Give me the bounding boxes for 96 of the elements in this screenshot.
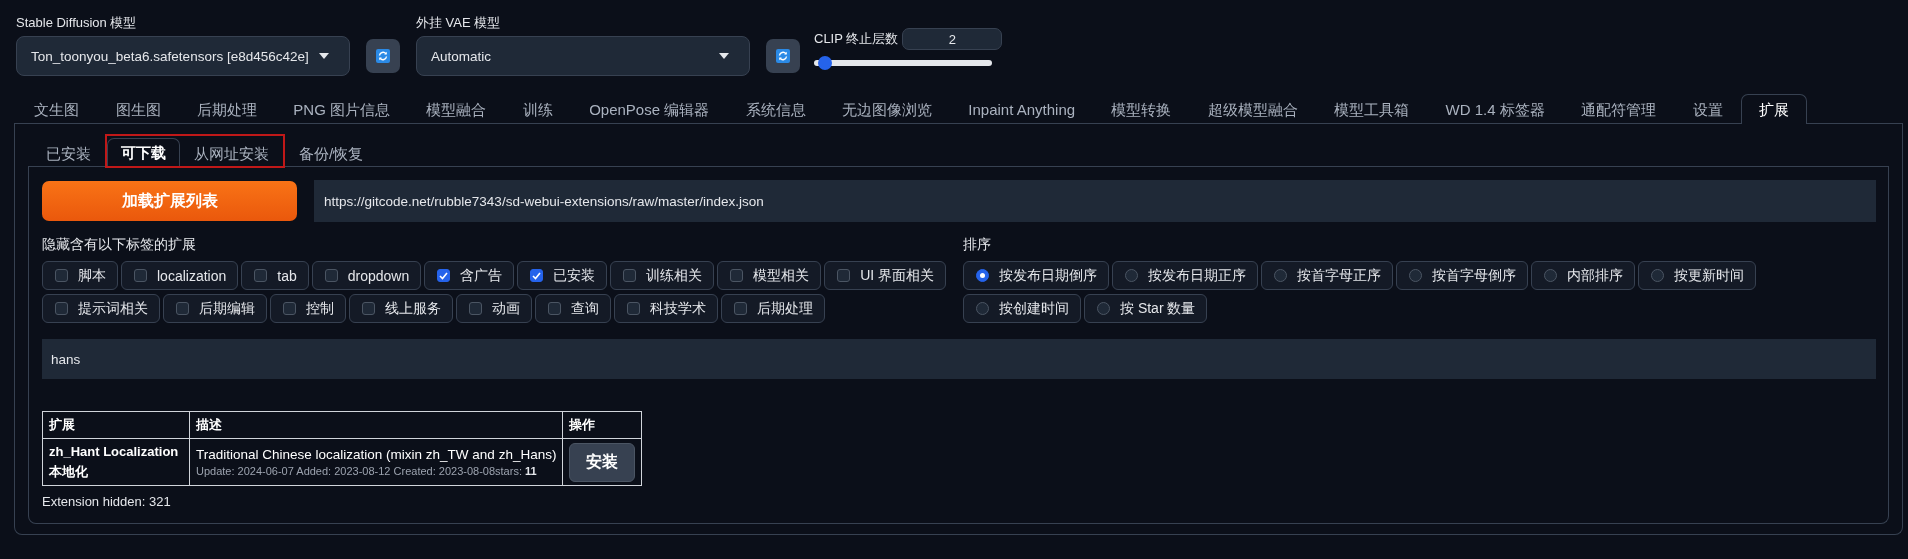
radio-button[interactable] — [1651, 269, 1664, 282]
field-label: Stable Diffusion 模型 — [16, 14, 138, 32]
checkbox[interactable] — [734, 302, 747, 315]
checkbox[interactable] — [254, 269, 268, 282]
sort-option[interactable]: 按更新时间 — [1638, 261, 1756, 290]
tag-option[interactable]: UI 界面相关 — [824, 261, 947, 290]
tag-option[interactable]: 已安装 — [517, 261, 608, 290]
tab[interactable]: WD 1.4 标签器 — [1427, 94, 1563, 123]
column-header: 操作 — [562, 411, 642, 439]
table-cell: zh_Hant Localization 本地化 — [42, 438, 190, 486]
sort-option[interactable]: 按 Star 数量 — [1084, 294, 1208, 323]
checkbox[interactable] — [548, 302, 561, 315]
sort-option[interactable]: 按发布日期正序 — [1112, 261, 1258, 290]
radio-button[interactable] — [976, 302, 989, 315]
refresh-button[interactable] — [366, 39, 400, 73]
tab[interactable]: 系统信息 — [727, 94, 824, 123]
table-cell: Traditional Chinese localization (mixin zh_TW and zh_Hans) Update: 2024-06-07 Added: 2023-08-12 Created: 2023-08-08stars: 11 — [189, 438, 563, 486]
tag-option[interactable]: 动画 — [456, 294, 532, 323]
column-header: 描述 — [189, 411, 563, 439]
tab[interactable]: OpenPose 编辑器 — [570, 94, 728, 123]
checkbox[interactable] — [324, 269, 338, 282]
sort-option[interactable]: 按发布日期倒序 — [963, 261, 1109, 290]
url-field[interactable]: https://gitcode.net/rubble7343/sd-webui-extensions/raw/master/index.json — [314, 180, 1876, 222]
checkbox[interactable] — [627, 302, 640, 315]
checkbox[interactable] — [55, 302, 68, 315]
checkbox[interactable] — [530, 269, 544, 282]
tab[interactable]: 已安装 — [32, 139, 105, 167]
section-label: 排序 — [963, 236, 992, 254]
refresh-icon — [776, 49, 790, 63]
tag-option[interactable]: 训练相关 — [610, 261, 715, 290]
tag-option[interactable]: 控制 — [270, 294, 346, 323]
tab[interactable]: Inpaint Anything — [950, 94, 1094, 123]
tag-option[interactable]: 查询 — [535, 294, 611, 323]
checkbox[interactable] — [362, 302, 375, 315]
tab[interactable]: 训练 — [504, 94, 571, 123]
checkbox[interactable] — [176, 302, 189, 315]
tab[interactable]: 模型工具箱 — [1316, 94, 1428, 123]
extension-meta: Update: 2024-06-07 Added: 2023-08-12 Created: 2023-08-08stars: 11 — [196, 465, 538, 477]
checkbox[interactable] — [134, 269, 147, 282]
radio-button[interactable] — [1409, 269, 1422, 282]
number-field[interactable]: 2 — [902, 28, 1003, 50]
caret-icon — [319, 53, 329, 59]
field-label: 外挂 VAE 模型 — [416, 14, 502, 32]
refresh-button[interactable] — [766, 39, 800, 73]
search-field[interactable]: hans — [42, 339, 1876, 379]
sort-option[interactable]: 按首字母正序 — [1261, 261, 1393, 290]
checkbox[interactable] — [837, 269, 851, 282]
slider-label: CLIP 终止层数 — [814, 30, 899, 48]
tag-option[interactable]: 模型相关 — [717, 261, 822, 290]
checkbox[interactable] — [437, 269, 451, 282]
tag-option[interactable]: localization — [121, 261, 239, 290]
checkbox[interactable] — [283, 302, 296, 315]
tab[interactable]: 扩展 — [1740, 94, 1808, 124]
refresh-icon — [376, 49, 390, 63]
tab[interactable]: 模型转换 — [1093, 94, 1190, 123]
tab[interactable]: 后期处理 — [178, 94, 276, 123]
column-header: 扩展 — [42, 411, 190, 439]
radio-button[interactable] — [976, 269, 989, 282]
checkbox[interactable] — [469, 302, 482, 315]
tag-option[interactable]: 后期处理 — [721, 294, 825, 323]
model-dropdown[interactable]: Automatic — [416, 36, 750, 76]
tab[interactable]: PNG 图片信息 — [275, 94, 409, 123]
tag-option[interactable]: tab — [241, 261, 309, 290]
caret-icon — [719, 53, 729, 59]
model-dropdown[interactable]: Ton_toonyou_beta6.safetensors [e8d456c42e] — [16, 36, 350, 76]
radio-button[interactable] — [1274, 269, 1287, 282]
tab[interactable]: 可下载 — [107, 138, 180, 167]
tag-option[interactable]: 后期编辑 — [163, 294, 267, 323]
tab[interactable]: 备份/恢复 — [285, 139, 378, 167]
sort-option[interactable]: 按创建时间 — [963, 294, 1081, 323]
radio-button[interactable] — [1097, 302, 1110, 315]
hidden-count: Extension hidden: 321 — [42, 494, 172, 509]
tag-option[interactable]: dropdown — [311, 261, 422, 290]
checkbox[interactable] — [623, 269, 637, 282]
sort-option[interactable]: 按首字母倒序 — [1396, 261, 1528, 290]
tab[interactable]: 通配符管理 — [1562, 94, 1675, 123]
install-button[interactable]: 安装 — [569, 442, 636, 482]
checkbox[interactable] — [55, 269, 68, 282]
section-label: 隐藏含有以下标签的扩展 — [42, 236, 197, 254]
tab[interactable]: 文生图 — [16, 94, 98, 123]
tag-option[interactable]: 提示词相关 — [42, 294, 160, 323]
tag-option[interactable]: 脚本 — [42, 261, 118, 290]
radio-button[interactable] — [1125, 269, 1138, 282]
tab[interactable]: 设置 — [1674, 94, 1741, 123]
tag-option[interactable]: 科技学术 — [614, 294, 718, 323]
tab[interactable]: 模型融合 — [408, 94, 505, 123]
checkbox[interactable] — [730, 269, 744, 282]
tab[interactable]: 超级模型融合 — [1189, 94, 1316, 123]
radio-button[interactable] — [1544, 269, 1557, 282]
sort-option[interactable]: 内部排序 — [1531, 261, 1635, 290]
tab[interactable]: 图生图 — [97, 94, 179, 123]
tab[interactable]: 从网址安装 — [180, 139, 283, 167]
tab[interactable]: 无边图像浏览 — [823, 94, 951, 123]
slider-thumb[interactable] — [817, 56, 832, 70]
tag-option[interactable]: 含广告 — [424, 261, 515, 290]
tag-option[interactable]: 线上服务 — [349, 294, 453, 323]
